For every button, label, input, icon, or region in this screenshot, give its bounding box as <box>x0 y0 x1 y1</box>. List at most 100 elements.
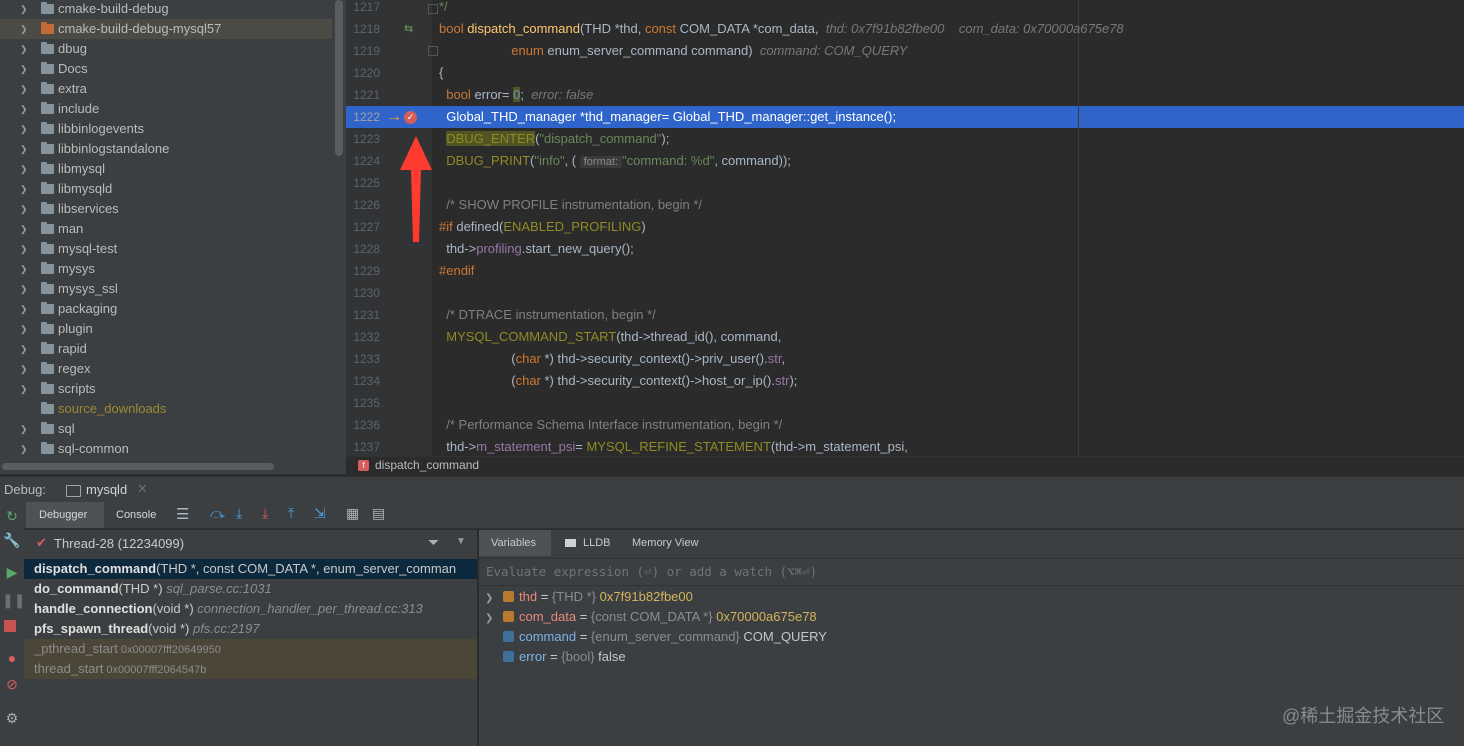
method-override-icon[interactable]: ⇆ <box>404 22 413 36</box>
tree-item[interactable]: ❯ plugin <box>0 319 332 339</box>
tree-item[interactable]: ❯ packaging <box>0 299 332 319</box>
force-step-into-icon[interactable]: ⤓ <box>262 505 268 522</box>
tree-item[interactable]: ❯ mysql-test <box>0 239 332 259</box>
tab-console-label[interactable]: Console <box>116 509 156 521</box>
code-editor[interactable]: 1217 1218 1219 1220 1221 1222 1223 1224 1225 1226… <box>346 0 1464 474</box>
chevron-right-icon[interactable]: ❯ <box>20 339 32 359</box>
chevron-right-icon[interactable]: ❯ <box>20 59 32 79</box>
stack-frame[interactable]: dispatch_command(THD *, const COM_DATA *… <box>24 559 477 579</box>
menu-lines-icon[interactable]: ☰ <box>176 505 189 523</box>
tab-debugger-label[interactable]: Debugger <box>39 509 87 521</box>
thread-selector[interactable]: ✔ Thread-28 (12234099) ⏷ ▼ <box>24 532 477 556</box>
stack-frame[interactable]: handle_connection(void *) connection_han… <box>24 599 477 619</box>
chevron-right-icon[interactable]: ❯ <box>20 199 32 219</box>
layout-icon[interactable]: ▤ <box>372 505 385 522</box>
variable-row[interactable]: ❯ thd = {THD *} 0x7f91b82fbe00 <box>485 587 693 607</box>
execution-point-arrow-icon: → <box>386 108 402 125</box>
tree-vertical-scrollbar[interactable] <box>335 0 343 156</box>
variable-row[interactable]: command = {enum_server_command} COM_QUER… <box>485 627 827 647</box>
tree-horizontal-scrollbar[interactable] <box>2 463 274 470</box>
mute-breakpoints-icon[interactable]: ⊘ <box>2 676 22 693</box>
chevron-right-icon[interactable]: ❯ <box>20 299 32 319</box>
breadcrumb-function[interactable]: dispatch_command <box>375 458 479 472</box>
stack-frame[interactable]: _pthread_start 0x00007fff20649950 <box>24 639 477 659</box>
step-out-icon[interactable]: ⤒ <box>288 505 294 522</box>
chevron-right-icon[interactable]: ❯ <box>485 589 503 609</box>
tree-item[interactable]: ❯ sql-common <box>0 439 332 459</box>
variable-row[interactable]: error = {bool} false <box>485 647 626 667</box>
chevron-right-icon[interactable]: ❯ <box>20 139 32 159</box>
tree-item[interactable]: ❯ scripts <box>0 379 332 399</box>
stack-frame[interactable]: thread_start 0x00007fff2064547b <box>24 659 477 679</box>
chevron-right-icon[interactable]: ❯ <box>20 219 32 239</box>
breakpoint-icon[interactable]: ✓ <box>404 111 417 124</box>
tree-item[interactable]: ❯ rapid <box>0 339 332 359</box>
chevron-right-icon[interactable]: ❯ <box>20 79 32 99</box>
rerun-icon[interactable]: ↻ <box>2 508 22 525</box>
close-icon[interactable]: ✕ <box>137 481 148 497</box>
chevron-right-icon[interactable]: ❯ <box>20 439 32 459</box>
step-into-icon[interactable]: ⤓ <box>236 505 242 522</box>
tree-item[interactable]: ❯ cmake-build-debug-mysql57 <box>0 19 332 39</box>
tree-item[interactable]: ❯ libmysql <box>0 159 332 179</box>
tree-item[interactable]: ❯ sql <box>0 419 332 439</box>
pause-icon[interactable]: ❚❚ <box>2 592 25 609</box>
code-line-1217: */ <box>439 0 448 14</box>
settings-wrench-icon[interactable]: 🔧 <box>2 532 22 549</box>
chevron-right-icon[interactable]: ❯ <box>20 259 32 279</box>
tree-item[interactable]: ❯ dbug <box>0 39 332 59</box>
tree-item[interactable]: ❯ mysys_ssl <box>0 279 332 299</box>
chevron-right-icon[interactable]: ❯ <box>485 609 503 629</box>
chevron-right-icon[interactable]: ❯ <box>20 239 32 259</box>
stop-icon[interactable] <box>4 620 16 632</box>
chevron-right-icon[interactable]: ❯ <box>20 159 32 179</box>
tree-item[interactable]: ❯ regex <box>0 359 332 379</box>
run-config-tab[interactable]: mysqld <box>86 482 127 497</box>
folder-icon <box>41 322 54 334</box>
chevron-right-icon[interactable]: ❯ <box>20 319 32 339</box>
chevron-right-icon[interactable]: ❯ <box>20 19 32 39</box>
stack-frame[interactable]: do_command(THD *) sql_parse.cc:1031 <box>24 579 477 599</box>
tree-item[interactable]: ❯ libbinlogstandalone <box>0 139 332 159</box>
chevron-right-icon[interactable]: ❯ <box>20 0 32 19</box>
tree-item[interactable]: ❯ libbinlogevents <box>0 119 332 139</box>
chevron-right-icon[interactable]: ❯ <box>20 179 32 199</box>
gear-icon[interactable]: ⚙ <box>2 710 22 727</box>
breadcrumb[interactable]: f dispatch_command <box>346 456 1464 474</box>
chevron-right-icon[interactable]: ❯ <box>20 99 32 119</box>
resume-icon[interactable]: ▶ <box>2 564 22 581</box>
step-over-icon[interactable]: ⤼ <box>210 505 225 522</box>
evaluate-icon[interactable]: ▦ <box>346 505 359 522</box>
chevron-right-icon[interactable]: ❯ <box>20 419 32 439</box>
tree-item[interactable]: ❯ cmake-build-debug <box>0 0 332 19</box>
folder-icon <box>41 402 54 414</box>
chevron-right-icon[interactable]: ❯ <box>20 39 32 59</box>
tree-item[interactable]: ❯ libmysqld <box>0 179 332 199</box>
stack-frame[interactable]: pfs_spawn_thread(void *) pfs.cc:2197 <box>24 619 477 639</box>
chevron-right-icon[interactable]: ❯ <box>20 119 32 139</box>
fold-marker-icon[interactable] <box>428 46 438 56</box>
run-to-cursor-icon[interactable]: ⇲ <box>314 505 326 522</box>
chevron-right-icon[interactable]: ❯ <box>20 379 32 399</box>
tree-item[interactable]: source_downloads <box>0 399 332 419</box>
tree-item[interactable]: ❯ man <box>0 219 332 239</box>
tab-variables-label[interactable]: Variables <box>491 537 536 549</box>
variable-name: thd <box>519 589 538 604</box>
tree-item[interactable]: ❯ Docs <box>0 59 332 79</box>
tree-item[interactable]: ❯ include <box>0 99 332 119</box>
chevron-right-icon[interactable]: ❯ <box>20 359 32 379</box>
view-breakpoints-icon[interactable]: ● <box>2 650 22 666</box>
variable-row[interactable]: ❯ com_data = {const COM_DATA *} 0x70000a6… <box>485 607 817 627</box>
filter-icon[interactable]: ⏷ <box>428 534 439 551</box>
folder-icon <box>41 202 54 214</box>
fold-marker-icon[interactable] <box>428 4 438 14</box>
tab-memory-view-label[interactable]: Memory View <box>632 537 698 549</box>
tree-item[interactable]: ❯ extra <box>0 79 332 99</box>
chevron-right-icon[interactable]: ❯ <box>20 279 32 299</box>
tree-item[interactable]: ❯ mysys <box>0 259 332 279</box>
tab-lldb-label[interactable]: LLDB <box>583 537 611 549</box>
evaluate-expression-input[interactable]: Evaluate expression (⏎) or add a watch (… <box>479 558 1464 586</box>
parameter-hint: format: <box>579 156 622 168</box>
chevron-down-icon[interactable]: ▼ <box>456 536 466 547</box>
tree-item[interactable]: ❯ libservices <box>0 199 332 219</box>
